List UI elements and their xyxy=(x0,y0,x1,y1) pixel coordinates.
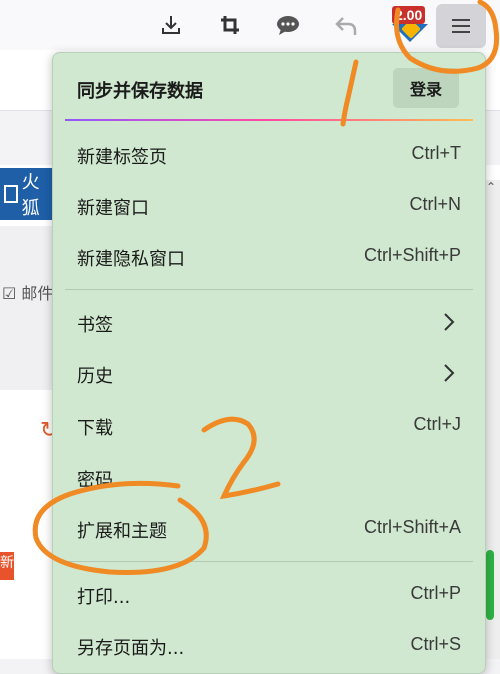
login-button[interactable]: 登录 xyxy=(393,68,459,108)
menu-item-history[interactable]: 历史 xyxy=(53,349,485,399)
scrollbar-thumb[interactable] xyxy=(486,550,494,620)
undo-icon xyxy=(335,17,357,35)
download-button[interactable] xyxy=(152,6,190,44)
chevron-right-icon xyxy=(444,313,455,331)
menu-item-new-private-window[interactable]: 新建隐私窗口 Ctrl+Shift+P xyxy=(53,232,485,282)
new-badge: 新 xyxy=(0,552,14,580)
crop-icon xyxy=(221,16,239,34)
menu-item-new-window[interactable]: 新建窗口 Ctrl+N xyxy=(53,181,485,231)
screenshot-button[interactable] xyxy=(211,6,249,44)
chevron-right-icon xyxy=(444,364,455,382)
browser-toolbar: 2.00 xyxy=(0,0,500,50)
menu-item-bookmarks[interactable]: 书签 xyxy=(53,298,485,348)
sync-title: 同步并保存数据 xyxy=(77,81,203,102)
undo-button[interactable] xyxy=(327,6,365,44)
extension-button[interactable]: 2.00 xyxy=(386,2,430,46)
download-icon xyxy=(162,16,180,34)
menu-separator xyxy=(65,561,473,562)
menu-item-save-page-as[interactable]: 另存页面为... Ctrl+S xyxy=(53,621,485,671)
menu-item-new-tab[interactable]: 新建标签页 Ctrl+T xyxy=(53,130,485,180)
menu-item-addons-themes[interactable]: 扩展和主题 Ctrl+Shift+A xyxy=(53,504,485,554)
accent-divider xyxy=(65,119,473,121)
menu-item-passwords[interactable]: 密码 xyxy=(53,453,485,503)
extension-badge: 2.00 xyxy=(392,6,426,24)
chat-icon xyxy=(277,16,299,35)
sync-header: 同步并保存数据 登录 xyxy=(53,53,485,119)
app-menu-panel: 同步并保存数据 登录 新建标签页 Ctrl+T 新建窗口 Ctrl+N 新建隐私… xyxy=(52,52,486,674)
menu-separator xyxy=(65,289,473,290)
page-mail-fragment[interactable]: ☑ 邮件 xyxy=(2,280,53,304)
hamburger-menu-icon xyxy=(452,19,470,33)
scroll-up-icon[interactable]: ⌃ xyxy=(486,180,496,194)
page-tab-fragment[interactable]: 火狐 xyxy=(0,168,56,220)
chat-button[interactable] xyxy=(269,6,307,44)
site-logo-icon xyxy=(4,185,18,203)
menu-item-print[interactable]: 打印... Ctrl+P xyxy=(53,570,485,620)
menu-item-downloads[interactable]: 下载 Ctrl+J xyxy=(53,401,485,451)
app-menu-button[interactable] xyxy=(436,4,486,48)
page-sidebar-fragment xyxy=(0,226,56,390)
